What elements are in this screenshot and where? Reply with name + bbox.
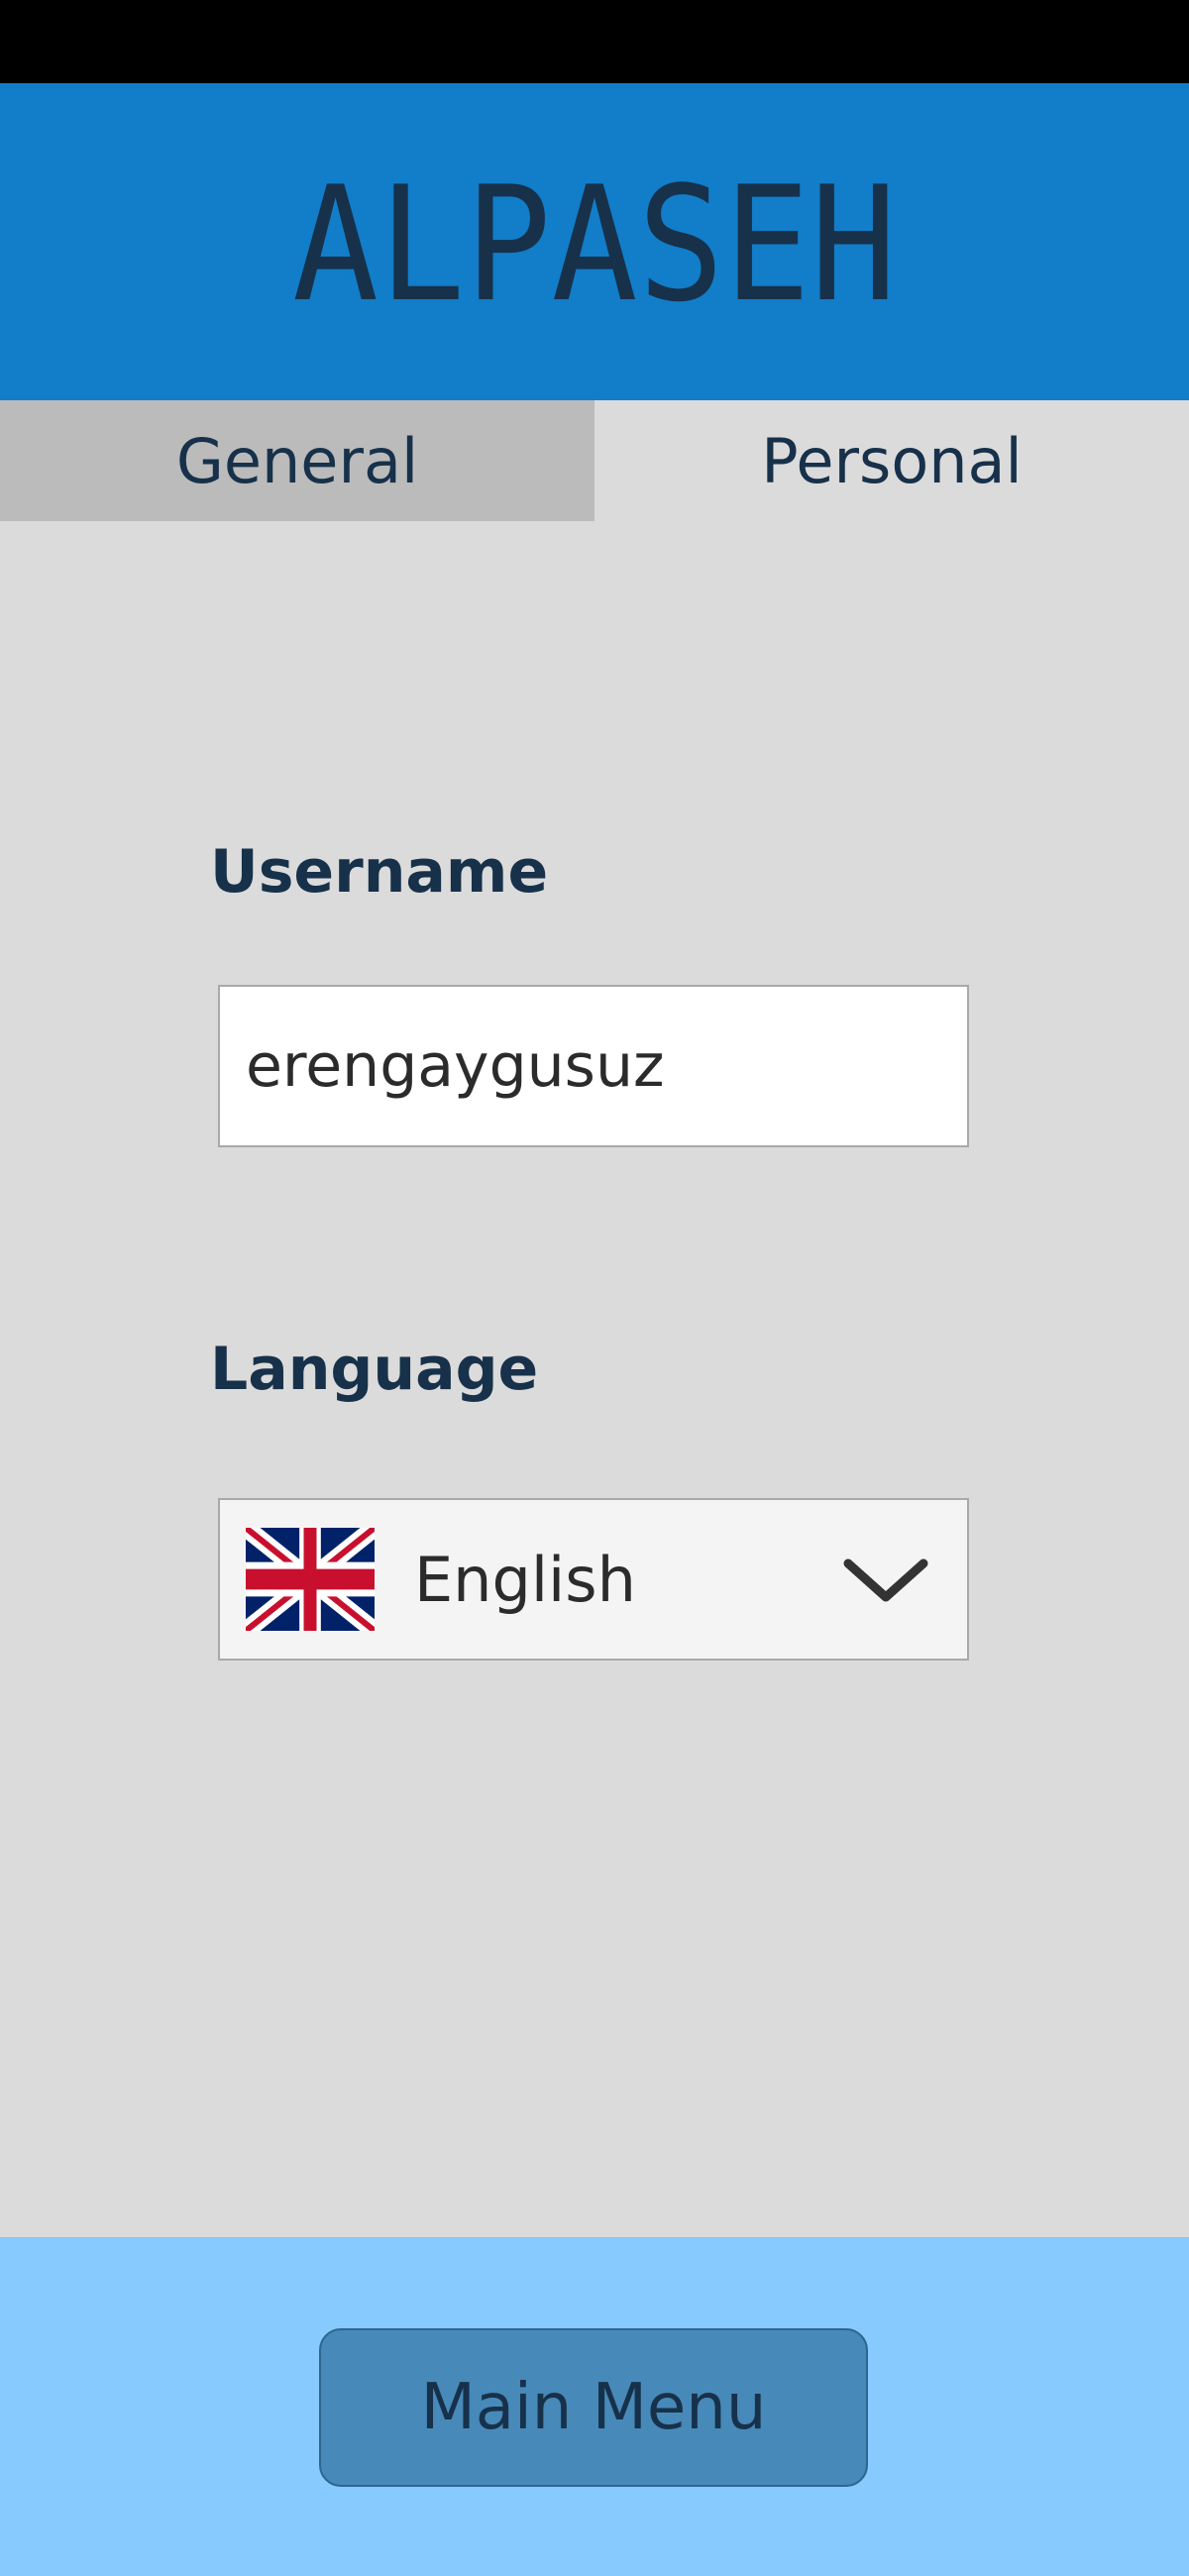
- username-label: Username: [210, 837, 549, 907]
- svg-text:ALPASEH: ALPASEH: [292, 172, 897, 311]
- tab-general[interactable]: General: [0, 400, 594, 521]
- tab-personal[interactable]: Personal: [594, 400, 1189, 521]
- status-bar: [0, 0, 1189, 83]
- language-select[interactable]: English: [218, 1498, 969, 1661]
- chevron-down-icon: [843, 1558, 928, 1602]
- username-field-box: [218, 985, 969, 1147]
- app-logo: ALPASEH: [287, 172, 902, 311]
- header: ALPASEH: [0, 83, 1189, 400]
- footer: Main Menu: [0, 2237, 1189, 2576]
- tab-bar: General Personal: [0, 400, 1189, 521]
- main-menu-button[interactable]: Main Menu: [319, 2328, 868, 2487]
- language-value: English: [414, 1543, 636, 1616]
- language-label: Language: [210, 1335, 539, 1404]
- username-input[interactable]: [220, 987, 967, 1145]
- uk-flag-icon: [246, 1528, 375, 1631]
